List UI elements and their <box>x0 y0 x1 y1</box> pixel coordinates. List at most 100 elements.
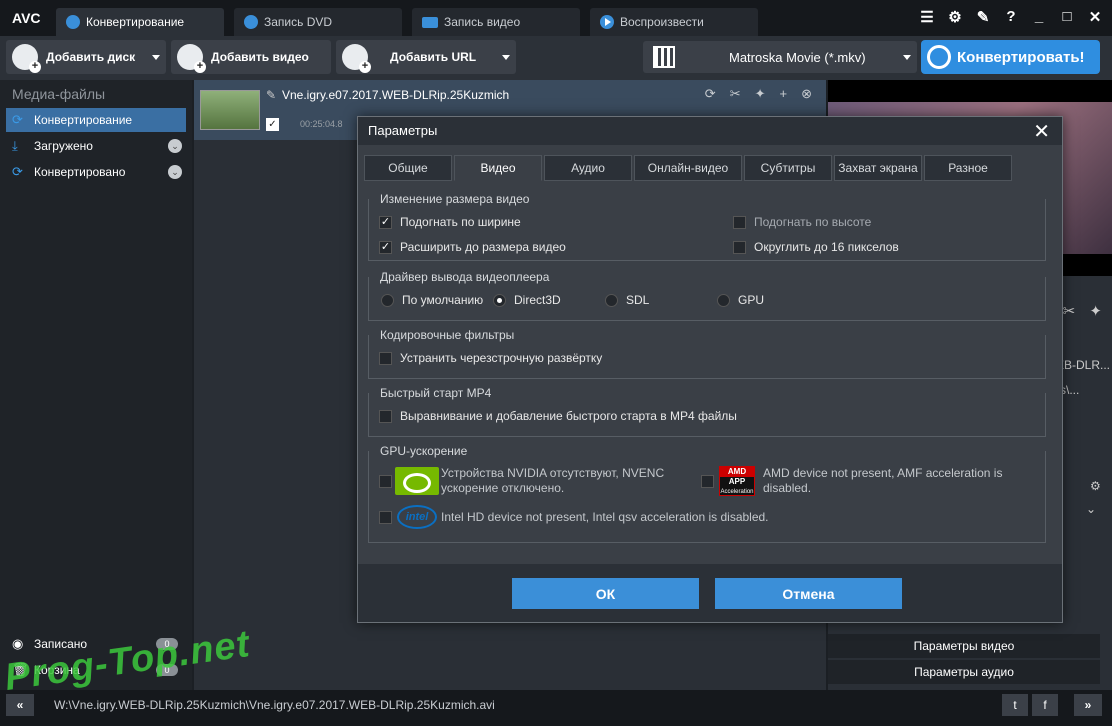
round16-option[interactable]: Округлить до 16 пикселов <box>733 240 899 254</box>
ok-button[interactable]: ОК <box>512 578 699 609</box>
deinterlace-option[interactable]: Устранить черезстрочную развёртку <box>379 351 602 365</box>
disc-add-icon <box>12 44 41 73</box>
edit-icon[interactable]: ✎ <box>266 88 276 102</box>
scissors-icon[interactable]: ✂ <box>1063 303 1076 320</box>
add-video-label: Добавить видео <box>211 50 309 64</box>
tab-record[interactable]: Запись видео <box>412 8 580 36</box>
sidebar-item-converting[interactable]: ⟳ Конвертирование <box>6 108 186 132</box>
gear-icon[interactable]: ⚙ <box>946 8 964 26</box>
globe-add-icon <box>342 44 371 73</box>
title-bar: AVC Конвертирование Запись DVD Запись ви… <box>0 0 1112 36</box>
intel-checkbox[interactable] <box>379 511 392 524</box>
intel-logo-icon: intel <box>397 505 437 529</box>
amd-checkbox[interactable] <box>701 475 714 488</box>
video-params-button[interactable]: Параметры видео <box>828 634 1100 658</box>
add-video-button[interactable]: Добавить видео <box>171 40 331 74</box>
gear-icon[interactable]: ⚙ <box>1090 479 1112 493</box>
sidebar-item-converted[interactable]: ⟳ Конвертировано ⌄ <box>6 160 186 184</box>
option-label: По умолчанию <box>402 293 484 307</box>
mp4-faststart-option[interactable]: Выравнивание и добавление быстрого старт… <box>379 409 737 423</box>
audio-params-button[interactable]: Параметры аудио <box>828 660 1100 684</box>
chevron-down-icon[interactable] <box>152 55 160 60</box>
dialog-body: Общие Видео Аудио Онлайн-видео Субтитры … <box>358 145 1062 564</box>
twitter-icon[interactable]: t <box>1002 694 1028 716</box>
tab-play[interactable]: Воспроизвести <box>590 8 758 36</box>
radio[interactable] <box>605 293 618 307</box>
close-button[interactable]: ✕ <box>1086 8 1104 26</box>
driver-direct3d-option[interactable]: Direct3D <box>493 293 561 307</box>
fit-width-option[interactable]: ✓ Подогнать по ширине <box>379 215 521 229</box>
refresh-icon: ⟳ <box>12 164 23 179</box>
disc-icon <box>244 15 258 29</box>
minimize-button[interactable]: _ <box>1030 8 1048 26</box>
radio-selected[interactable] <box>493 293 506 307</box>
checkbox-checked[interactable]: ✓ <box>379 215 392 229</box>
expand-button[interactable]: » <box>1074 694 1102 716</box>
checkbox-checked[interactable]: ✓ <box>379 240 392 254</box>
chevron-down-icon[interactable] <box>502 55 510 60</box>
checkbox[interactable] <box>379 351 392 365</box>
tab-subtitles[interactable]: Субтитры <box>744 155 832 181</box>
tab-audio[interactable]: Аудио <box>544 155 632 181</box>
tab-video[interactable]: Видео <box>454 155 542 181</box>
intel-status: Intel HD device not present, Intel qsv a… <box>441 510 769 524</box>
plus-icon[interactable]: + <box>780 86 788 102</box>
tab-general[interactable]: Общие <box>364 155 452 181</box>
format-label: Matroska Movie (*.mkv) <box>729 49 866 65</box>
expand-option[interactable]: ✓ Расширить до размера видео <box>379 240 566 254</box>
facebook-icon[interactable]: f <box>1032 694 1058 716</box>
tab-screen-capture[interactable]: Захват экрана <box>834 155 922 181</box>
add-disc-button[interactable]: Добавить диск <box>6 40 166 74</box>
radio[interactable] <box>381 293 394 307</box>
tab-dvd[interactable]: Запись DVD <box>234 8 402 36</box>
option-label: Подогнать по ширине <box>400 215 521 229</box>
amd-logo-icon: AMD APP Acceleration <box>719 466 755 496</box>
download-icon: ⤓ <box>12 138 18 153</box>
option-label: Выравнивание и добавление быстрого старт… <box>400 409 737 423</box>
list-icon[interactable]: ☰ <box>918 8 936 26</box>
driver-gpu-option[interactable]: GPU <box>717 293 764 307</box>
nvidia-checkbox[interactable] <box>379 475 392 488</box>
output-format-select[interactable]: Matroska Movie (*.mkv) <box>643 41 917 73</box>
close-icon[interactable]: ✕ <box>1033 119 1050 144</box>
checkbox[interactable] <box>733 215 746 229</box>
magic-wand-icon[interactable]: ✦ <box>755 86 766 102</box>
amd-status-line: AMD device not present, AMF acceleration… <box>763 466 1003 480</box>
tab-misc[interactable]: Разное <box>924 155 1012 181</box>
maximize-button[interactable]: □ <box>1058 8 1076 26</box>
add-url-button[interactable]: Добавить URL <box>336 40 516 74</box>
option-label: Подогнать по высоте <box>754 215 872 229</box>
nvidia-status: Устройства NVIDIA отсутствуют, NVENC уск… <box>441 466 664 496</box>
chevron-down-icon[interactable]: ⌄ <box>1086 502 1112 516</box>
scissors-icon[interactable]: ✂ <box>730 86 741 102</box>
magic-wand-icon[interactable]: ✦ <box>1089 303 1102 320</box>
close-icon[interactable]: ⊗ <box>801 86 812 102</box>
file-checkbox[interactable]: ✓ <box>266 118 279 131</box>
fit-height-option[interactable]: Подогнать по высоте <box>733 215 871 229</box>
refresh-icon <box>927 45 951 69</box>
convert-button[interactable]: Конвертировать! <box>921 40 1100 74</box>
chevron-down-icon[interactable]: ⌄ <box>168 139 182 153</box>
refresh-icon[interactable]: ⟳ <box>705 86 716 102</box>
tab-convert[interactable]: Конвертирование <box>56 8 224 36</box>
camera-icon <box>422 16 438 28</box>
help-button[interactable]: ? <box>1002 8 1020 26</box>
checkbox[interactable] <box>379 409 392 423</box>
sidebar-title: Медиа-файлы <box>12 86 106 102</box>
nvidia-status-line: Устройства NVIDIA отсутствуют, NVENC <box>441 466 665 480</box>
play-icon <box>600 15 614 29</box>
driver-sdl-option[interactable]: SDL <box>605 293 649 307</box>
sidebar-item-label: Загружено <box>34 139 93 153</box>
radio[interactable] <box>717 293 730 307</box>
amd-logo-text: AMD <box>720 467 754 477</box>
sidebar-item-label: Конвертирование <box>34 113 133 127</box>
add-disc-label: Добавить диск <box>46 50 136 64</box>
chevron-down-icon[interactable]: ⌄ <box>168 165 182 179</box>
tab-online-video[interactable]: Онлайн-видео <box>634 155 742 181</box>
driver-default-option[interactable]: По умолчанию <box>381 293 483 307</box>
cancel-button[interactable]: Отмена <box>715 578 902 609</box>
checkbox[interactable] <box>733 240 746 254</box>
wrench-icon[interactable]: ✎ <box>974 8 992 26</box>
sidebar-item-downloaded[interactable]: ⤓ Загружено ⌄ <box>6 134 186 158</box>
refresh-icon: ⟳ <box>12 112 23 127</box>
